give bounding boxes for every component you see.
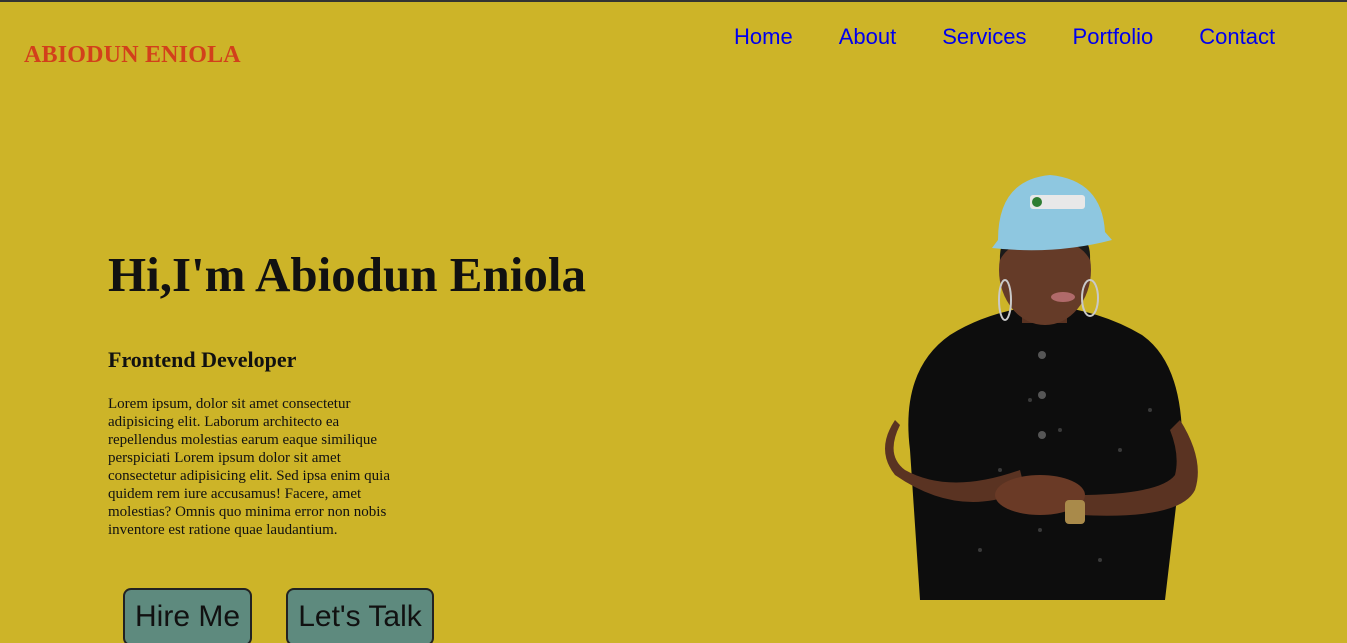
hero-title: Hi,I'm Abiodun Eniola [108,247,586,302]
nav-link-contact[interactable]: Contact [1199,24,1275,50]
nav-link-services[interactable]: Services [942,24,1026,50]
hard-hat-icon [992,175,1112,251]
hero-description: Lorem ipsum, dolor sit amet consectetur … [108,396,391,538]
lets-talk-button[interactable]: Let's Talk [286,588,434,643]
dress-shape [908,305,1183,600]
brand-logo[interactable]: ABIODUN ENIOLA [24,42,241,69]
hire-me-button[interactable]: Hire Me [123,588,252,643]
nav-link-about[interactable]: About [839,24,897,50]
hero-role: Frontend Developer [108,347,297,372]
profile-photo [885,175,1198,600]
nav-link-portfolio[interactable]: Portfolio [1073,24,1154,50]
nav-link-home[interactable]: Home [734,24,793,50]
main-nav: Home About Services Portfolio Contact [734,24,1275,50]
